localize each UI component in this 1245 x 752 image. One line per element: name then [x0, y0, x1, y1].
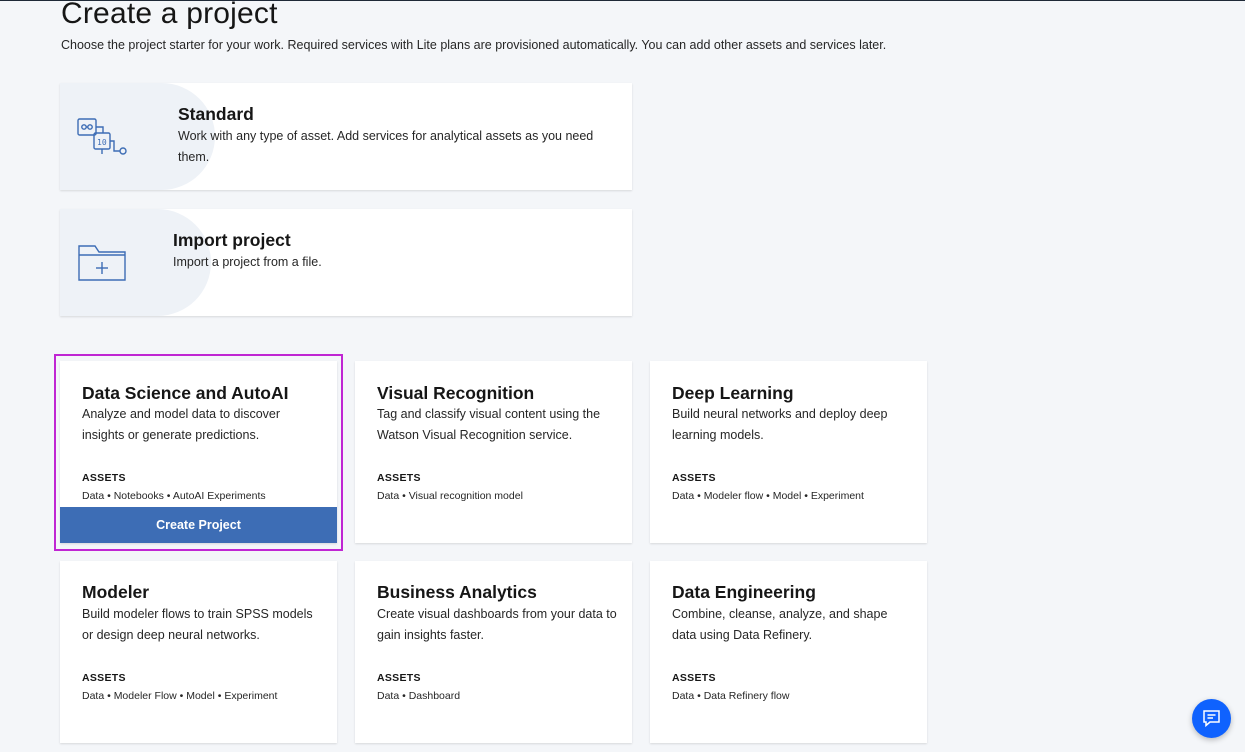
assets-label: ASSETS — [82, 672, 126, 684]
assets-list: Data • Data Refinery flow — [672, 690, 790, 702]
card-modeler[interactable]: Modeler Build modeler flows to train SPS… — [60, 561, 337, 743]
assets-list: Data • Modeler flow • Model • Experiment — [672, 490, 864, 502]
card-visual-recognition[interactable]: Visual Recognition Tag and classify visu… — [355, 361, 632, 543]
import-project-tile[interactable]: Import project Import a project from a f… — [60, 209, 632, 316]
card-deep-learning[interactable]: Deep Learning Build neural networks and … — [650, 361, 927, 543]
card-description: Combine, cleanse, analyze, and shape dat… — [672, 607, 888, 642]
assets-label: ASSETS — [672, 672, 716, 684]
card-description: Create visual dashboards from your data … — [377, 607, 617, 642]
assets-list: Data • Modeler Flow • Model • Experiment — [82, 690, 278, 702]
card-description: Tag and classify visual content using th… — [377, 407, 601, 442]
import-description: Import a project from a file. — [173, 255, 322, 269]
card-title: Business Analytics — [377, 582, 537, 602]
standard-project-tile[interactable]: 10 Standard Work with any type of asset.… — [60, 83, 632, 190]
assets-label: ASSETS — [672, 472, 716, 484]
chat-icon — [1203, 710, 1220, 728]
assets-list: Data • Visual recognition model — [377, 490, 523, 502]
card-title: Visual Recognition — [377, 383, 535, 403]
standard-title: Standard — [178, 104, 254, 124]
page-subtitle: Choose the project starter for your work… — [61, 38, 887, 52]
folder-add-icon — [78, 245, 126, 281]
card-title: Data Engineering — [672, 582, 816, 602]
assets-label: ASSETS — [377, 672, 421, 684]
assets-list: Data • Dashboard — [377, 690, 461, 702]
card-description: Build neural networks and deploy deep le… — [672, 407, 888, 442]
card-description: Build modeler flows to train SPSS models… — [82, 607, 313, 642]
card-business-analytics[interactable]: Business Analytics Create visual dashboa… — [355, 561, 632, 743]
page-title: Create a project — [61, 0, 278, 30]
card-data-engineering[interactable]: Data Engineering Combine, cleanse, analy… — [650, 561, 927, 743]
card-title: Modeler — [82, 582, 150, 602]
import-title: Import project — [173, 230, 291, 250]
chat-button[interactable] — [1192, 699, 1231, 738]
assets-label: ASSETS — [377, 472, 421, 484]
card-title: Deep Learning — [672, 383, 794, 403]
selection-highlight — [54, 354, 343, 551]
svg-text:10: 10 — [97, 138, 107, 147]
flow-diagram-icon: 10 — [77, 118, 127, 155]
standard-description: Work with any type of asset. Add service… — [178, 129, 594, 164]
